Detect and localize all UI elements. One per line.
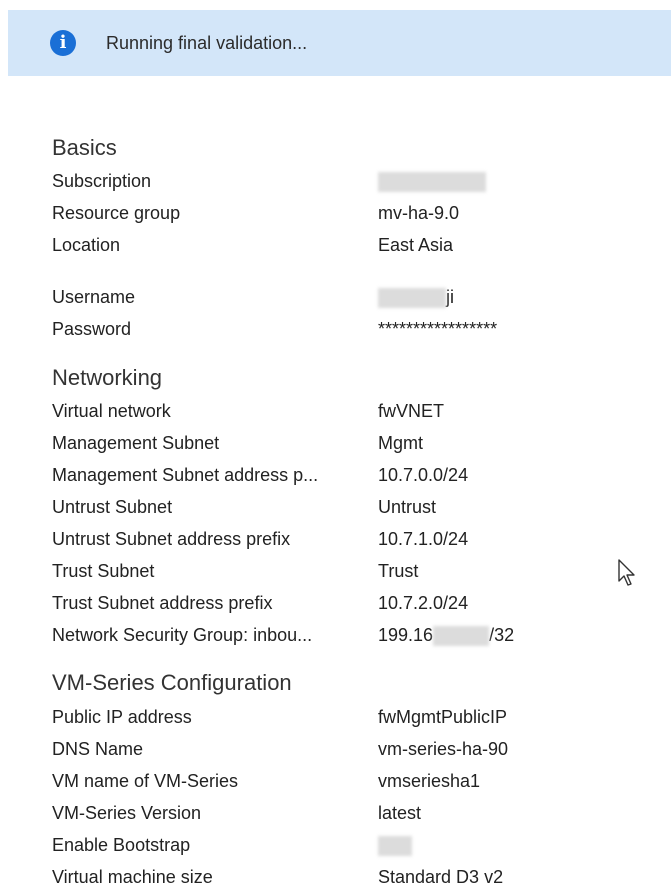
section-title-basics: Basics bbox=[52, 135, 117, 160]
label-username: Username bbox=[52, 287, 136, 307]
value-enable-bootstrap bbox=[378, 834, 412, 857]
value-virtual-network: fwVNET bbox=[378, 401, 445, 421]
label-vmseries-version: VM-Series Version bbox=[52, 803, 202, 823]
value-public-ip: fwMgmtPublicIP bbox=[378, 707, 508, 727]
label-public-ip: Public IP address bbox=[52, 707, 192, 727]
label-location: Location bbox=[52, 235, 121, 255]
value-resource-group: mv-ha-9.0 bbox=[378, 203, 460, 223]
value-vm-name: vmseriesha1 bbox=[378, 771, 481, 791]
label-resource-group: Resource group bbox=[52, 203, 181, 223]
value-dns-name: vm-series-ha-90 bbox=[378, 739, 509, 759]
value-management-subnet-prefix: 10.7.0.0/24 bbox=[378, 465, 469, 485]
redacted-username bbox=[378, 288, 446, 309]
value-nsg-prefix: 199.16 bbox=[378, 625, 434, 645]
value-vmseries-version: latest bbox=[378, 803, 422, 823]
label-subscription: Subscription bbox=[52, 171, 152, 191]
label-untrust-subnet-prefix: Untrust Subnet address prefix bbox=[52, 529, 291, 549]
info-icon: i bbox=[50, 30, 76, 56]
label-virtual-network: Virtual network bbox=[52, 401, 171, 421]
label-vm-size: Virtual machine size bbox=[52, 867, 213, 887]
value-password: ***************** bbox=[378, 319, 498, 339]
value-username: ji bbox=[378, 286, 454, 309]
label-untrust-subnet: Untrust Subnet bbox=[52, 497, 173, 517]
value-untrust-subnet: Untrust bbox=[378, 497, 437, 517]
value-trust-subnet-prefix: 10.7.2.0/24 bbox=[378, 593, 469, 613]
label-enable-bootstrap: Enable Bootstrap bbox=[52, 835, 191, 855]
redacted-subscription bbox=[378, 172, 486, 193]
section-title-networking: Networking bbox=[52, 365, 163, 390]
label-nsg-inbound: Network Security Group: inbou... bbox=[52, 625, 313, 645]
value-management-subnet: Mgmt bbox=[378, 433, 423, 453]
value-subscription bbox=[378, 170, 486, 193]
label-trust-subnet: Trust Subnet bbox=[52, 561, 155, 581]
value-vm-size: Standard D3 v2 bbox=[378, 867, 504, 887]
label-management-subnet: Management Subnet bbox=[52, 433, 220, 453]
value-location: East Asia bbox=[378, 235, 454, 255]
label-trust-subnet-prefix: Trust Subnet address prefix bbox=[52, 593, 273, 613]
section-title-vmseries: VM-Series Configuration bbox=[52, 670, 292, 695]
label-vm-name: VM name of VM-Series bbox=[52, 771, 239, 791]
label-password: Password bbox=[52, 319, 132, 339]
value-untrust-subnet-prefix: 10.7.1.0/24 bbox=[378, 529, 469, 549]
value-nsg-inbound: 199.16/32 bbox=[378, 624, 515, 647]
label-dns-name: DNS Name bbox=[52, 739, 144, 759]
redacted-bootstrap bbox=[378, 836, 412, 857]
value-trust-subnet: Trust bbox=[378, 561, 419, 581]
value-nsg-suffix: /32 bbox=[489, 625, 515, 645]
redacted-nsg-ip bbox=[433, 626, 490, 647]
validation-message: Running final validation... bbox=[106, 33, 308, 53]
mouse-pointer-icon bbox=[618, 559, 635, 586]
label-management-subnet-prefix: Management Subnet address p... bbox=[52, 465, 319, 485]
value-username-suffix: ji bbox=[446, 287, 454, 307]
validation-banner: i Running final validation... bbox=[8, 10, 671, 76]
